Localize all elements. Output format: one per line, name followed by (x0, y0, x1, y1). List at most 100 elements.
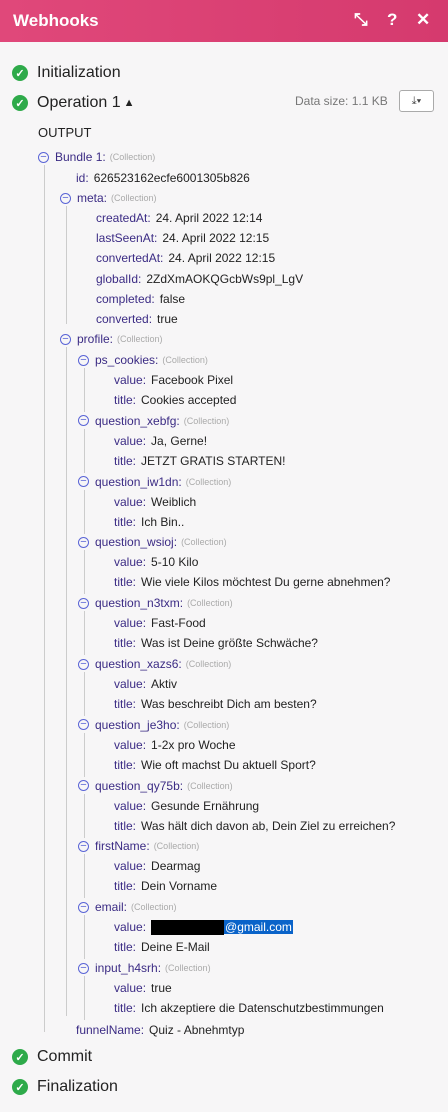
collapse-toggle-icon[interactable]: − (60, 192, 71, 204)
field-value: 5-10 Kilo (151, 555, 199, 570)
collapse-toggle-icon[interactable]: − (60, 333, 71, 345)
profile-collection-row[interactable]: − ps_cookies: (Collection) (78, 350, 208, 370)
field-value: Gesunde Ernährung (151, 798, 260, 813)
check-icon: ✓ (12, 1079, 28, 1095)
download-button[interactable]: ⤓▾ (399, 90, 434, 112)
field-key: question_iw1dn: (95, 474, 182, 489)
type-label: (Collection) (181, 537, 227, 548)
collection-title-row: title: Ich akzeptiere die Datenschutzbest… (114, 998, 384, 1018)
field-value: Facebook Pixel (151, 373, 234, 387)
tree-guide-line (84, 793, 85, 838)
collection-value-row: value: Aktiv (114, 674, 177, 694)
field-value: Ich Bin.. (141, 514, 185, 529)
step-initialization[interactable]: ✓ Initialization (12, 63, 121, 83)
field-key: title: (114, 575, 137, 590)
type-label: (Collection) (153, 841, 200, 852)
profile-collection-row[interactable]: − input_h4srh: (Collection) (78, 958, 211, 978)
type-label: (Collection) (187, 598, 233, 609)
window-titlebar: Webhooks ⤡ ? ✕ (0, 0, 448, 42)
field-value: true (157, 312, 178, 326)
profile-collection-row[interactable]: − question_xebfg: (Collection) (78, 411, 229, 431)
profile-collection-row[interactable]: − question_iw1dn: (Collection) (78, 472, 231, 492)
download-icon: ⤓▾ (411, 94, 422, 107)
collapse-toggle-icon[interactable]: − (78, 780, 89, 792)
profile-collection-row[interactable]: − question_xazs6: (Collection) (78, 654, 231, 674)
meta-field-row: createdAt: 24. April 2022 12:14 (96, 208, 262, 228)
meta-row[interactable]: − meta: (Collection) (60, 188, 157, 208)
field-key: title: (114, 453, 137, 468)
type-label: (Collection) (165, 963, 211, 973)
meta-field-row: converted: true (96, 309, 178, 329)
help-icon[interactable]: ? (387, 10, 397, 30)
bundle-row[interactable]: − Bundle 1: (Collection) (38, 147, 155, 167)
expand-icon[interactable]: ⤡ (354, 10, 368, 30)
tree-guide-line (84, 672, 85, 716)
field-key: value: (114, 798, 147, 813)
field-value: Dearmag (151, 859, 201, 874)
type-label: (Collection) (185, 476, 232, 487)
field-key: title: (114, 1001, 137, 1015)
field-value: Dein Vorname (141, 879, 218, 894)
collapse-toggle-icon[interactable]: − (78, 658, 89, 670)
collapse-toggle-icon[interactable]: − (78, 962, 89, 974)
profile-collection-row[interactable]: − question_wsioj: (Collection) (78, 532, 227, 552)
check-icon: ✓ (12, 65, 28, 81)
step-finalization[interactable]: ✓ Finalization (12, 1077, 118, 1097)
collapse-toggle-icon[interactable]: − (78, 415, 89, 427)
field-value: Aktiv (151, 677, 178, 691)
collapse-toggle-icon[interactable]: − (78, 901, 89, 913)
tree-guide-line (84, 976, 85, 1020)
collection-title-row: title: Wie oft machst Du aktuell Sport? (114, 755, 316, 775)
collapse-toggle-icon[interactable]: − (78, 536, 89, 548)
field-key: title: (114, 818, 137, 833)
field-value: 1-2x pro Woche (151, 737, 236, 752)
field-key: question_qy75b: (95, 778, 184, 793)
tree-guide-line (84, 732, 85, 777)
field-value: JETZT GRATIS STARTEN! (141, 453, 286, 468)
field-value: 24. April 2022 12:14 (155, 211, 263, 225)
field-key: email: (95, 900, 128, 915)
collapse-toggle-icon[interactable]: − (38, 151, 49, 163)
field-value: 2ZdXmAOKQGcbWs9pl_LgV (146, 271, 304, 286)
collapse-toggle-icon[interactable]: − (78, 476, 89, 488)
collapse-toggle-icon[interactable]: − (78, 719, 89, 731)
meta-field-row: convertedAt: 24. April 2022 12:15 (96, 248, 275, 268)
field-value: false (159, 291, 186, 306)
profile-collection-row[interactable]: − email: (Collection) (78, 897, 177, 917)
field-key: Bundle 1: (55, 150, 106, 164)
profile-collection-row[interactable]: − question_n3txm: (Collection) (78, 593, 233, 613)
collapse-toggle-icon[interactable]: − (78, 354, 89, 366)
collection-value-row: value: Ja, Gerne! (114, 431, 207, 451)
collapse-toggle-icon[interactable]: − (78, 597, 89, 609)
field-key: lastSeenAt: (96, 231, 158, 246)
caret-up-icon[interactable]: ▲ (124, 97, 135, 109)
field-key: input_h4srh: (95, 961, 162, 975)
collapse-toggle-icon[interactable]: − (78, 840, 89, 852)
collection-title-row: title: Dein Vorname (114, 876, 217, 896)
field-key: profile: (77, 332, 114, 346)
type-label: (Collection) (109, 152, 156, 162)
field-key: converted: (96, 312, 153, 326)
field-key: value: (114, 373, 147, 387)
field-key: value: (114, 981, 147, 995)
field-value: 24. April 2022 12:15 (162, 231, 270, 246)
type-label: (Collection) (183, 719, 230, 730)
profile-row[interactable]: − profile: (Collection) (60, 329, 163, 349)
step-commit[interactable]: ✓ Commit (12, 1047, 92, 1067)
field-key: completed: (96, 291, 155, 306)
field-key: question_n3txm: (95, 596, 184, 611)
field-value: true (151, 981, 172, 995)
field-value: Was ist Deine größte Schwäche? (141, 636, 318, 651)
step-operation[interactable]: ✓ Operation 1 ▲ (12, 93, 135, 113)
collection-title-row: title: Was beschreibt Dich am besten? (114, 694, 317, 714)
tree-guide-line (84, 611, 85, 656)
collection-title-row: title: Wie viele Kilos möchtest Du gerne … (114, 572, 390, 592)
profile-collection-row[interactable]: − question_je3ho: (Collection) (78, 715, 229, 735)
field-value: Wie viele Kilos möchtest Du gerne abnehm… (141, 575, 391, 590)
profile-collection-row[interactable]: − question_qy75b: (Collection) (78, 776, 233, 796)
field-value: Wie oft machst Du aktuell Sport? (141, 757, 316, 772)
collection-value-row: value: Gesunde Ernährung (114, 796, 259, 816)
profile-collection-row[interactable]: − firstName: (Collection) (78, 836, 199, 856)
collection-value-row: value: 5-10 Kilo (114, 552, 198, 572)
close-icon[interactable]: ✕ (416, 10, 430, 30)
